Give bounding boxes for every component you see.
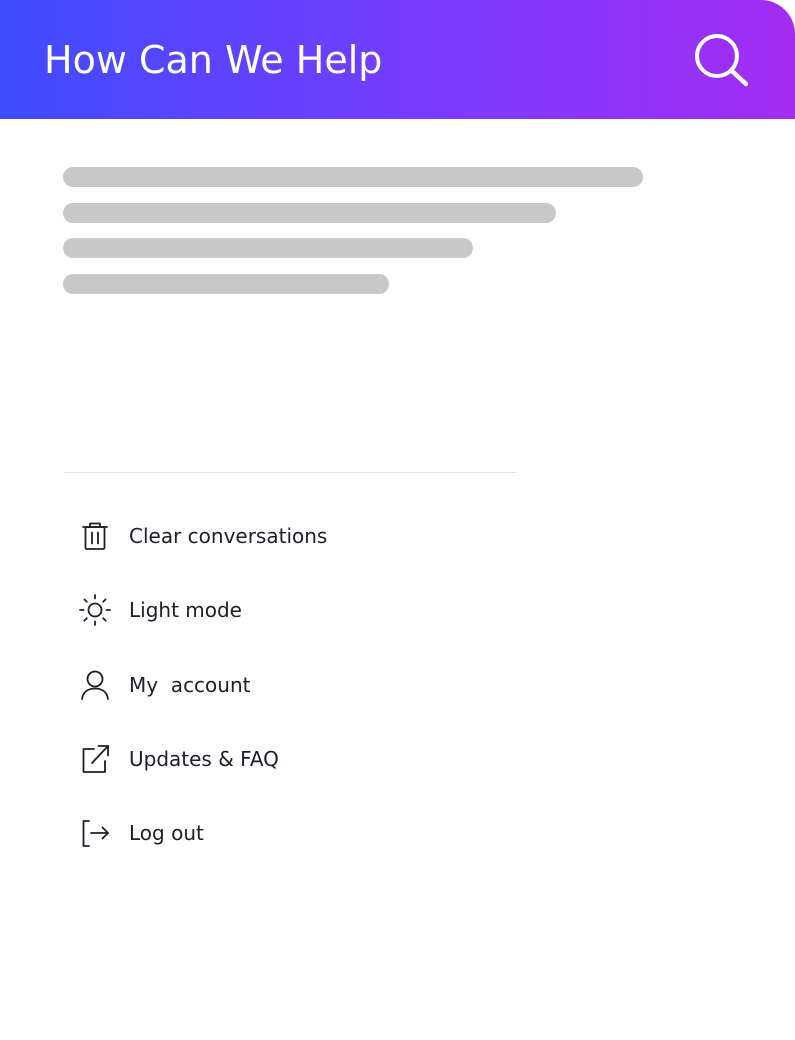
skeleton-line xyxy=(63,274,389,294)
search-button[interactable] xyxy=(690,31,752,89)
menu-item-label: Light mode xyxy=(129,598,242,622)
logout-icon xyxy=(78,816,112,850)
user-icon xyxy=(78,668,112,702)
divider xyxy=(64,472,516,473)
help-panel: How Can We Help Clear conversations Ligh… xyxy=(0,0,795,1040)
log-out-item[interactable]: Log out xyxy=(78,811,498,855)
menu-item-label: My account xyxy=(129,673,251,697)
updates-faq-item[interactable]: Updates & FAQ xyxy=(78,737,498,781)
menu-item-label: Updates & FAQ xyxy=(129,747,279,771)
menu-item-label: Clear conversations xyxy=(129,524,328,548)
light-mode-item[interactable]: Light mode xyxy=(78,588,498,632)
sun-icon xyxy=(78,593,112,627)
skeleton-line xyxy=(63,167,643,187)
external-link-icon xyxy=(78,742,112,776)
page-title: How Can We Help xyxy=(44,38,383,82)
my-account-item[interactable]: My account xyxy=(78,663,498,707)
header-bar: How Can We Help xyxy=(0,0,795,119)
skeleton-line xyxy=(63,203,556,223)
trash-icon xyxy=(78,519,112,553)
search-icon xyxy=(695,34,749,87)
clear-conversations-item[interactable]: Clear conversations xyxy=(78,514,498,558)
skeleton-line xyxy=(63,238,473,258)
menu-item-label: Log out xyxy=(129,821,204,845)
